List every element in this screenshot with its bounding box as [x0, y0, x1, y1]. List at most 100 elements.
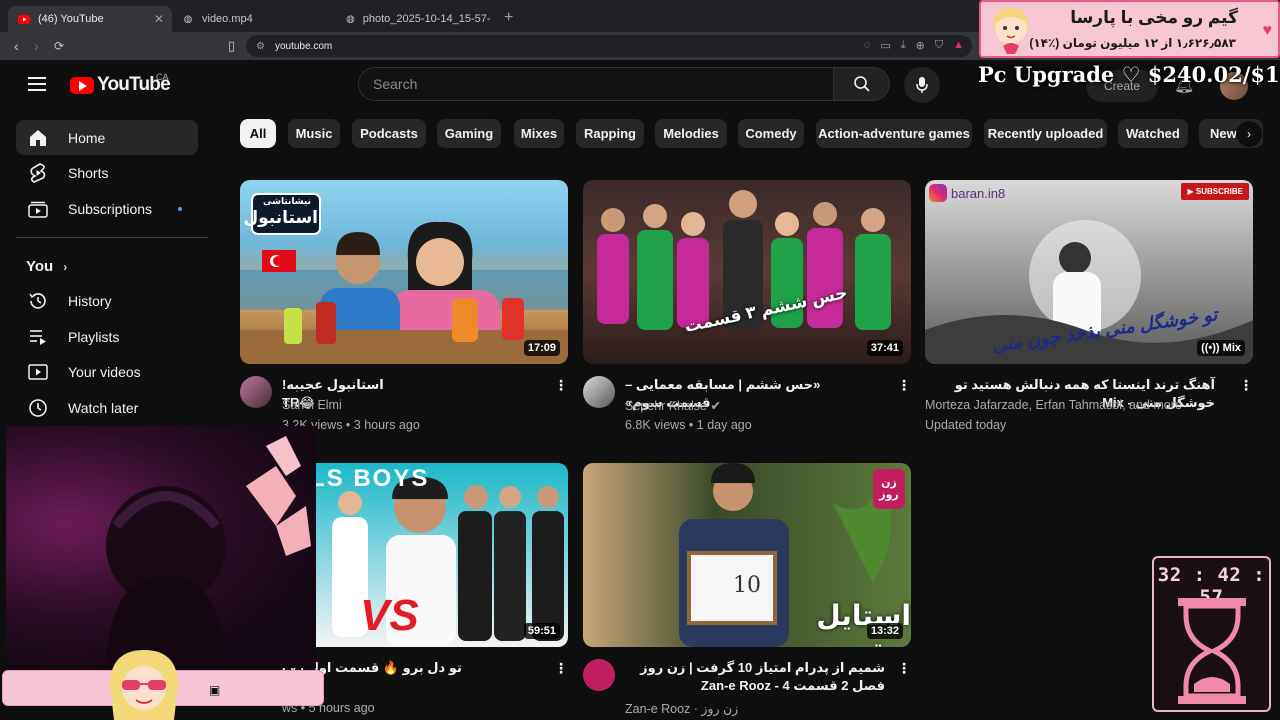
- video-duration: 17:09: [523, 340, 560, 356]
- chevron-right-icon: ›: [1247, 127, 1251, 141]
- new-content-dot: [178, 206, 182, 211]
- sidebar-item-playlists[interactable]: Playlists: [16, 319, 198, 354]
- video-card[interactable]: baran.in8 ▶ SUBSCRIBE تو خوشگل منی بذخذ …: [925, 180, 1253, 440]
- channel-avatar[interactable]: [583, 659, 615, 691]
- handle-text: baran.in8: [951, 185, 1006, 201]
- playlists-icon: [26, 328, 50, 346]
- channel-name[interactable]: Sahel Elmi: [282, 398, 342, 412]
- search-input[interactable]: Search: [358, 67, 834, 101]
- video-thumbnail[interactable]: 10 زن روز استایل برتر 13:32: [583, 463, 911, 647]
- thumbnail-art: [597, 190, 891, 330]
- video-card[interactable]: نیشانتاشی استانبول 17:09 استانبول عجیبه!…: [240, 180, 568, 440]
- chip-watched[interactable]: Watched: [1118, 119, 1188, 148]
- shield-icon[interactable]: ⛉: [935, 39, 943, 52]
- globe-icon: ◍: [183, 13, 193, 25]
- site-info-icon[interactable]: ⚙: [256, 41, 265, 52]
- donation-progress: ۱٫۶۲۶٫۵۸۳ از ۱۲ میلیون تومان (٪۱۴): [1029, 36, 1236, 50]
- chip-gaming[interactable]: Gaming: [437, 119, 501, 148]
- forward-icon[interactable]: ›: [34, 38, 39, 54]
- reload-icon[interactable]: ⟳: [54, 38, 64, 54]
- download-icon[interactable]: ⤓: [901, 39, 906, 52]
- address-bar[interactable]: ⚙ youtube.com ◌ ▭ ⤓ ⊕ ⛉ ▲: [246, 35, 972, 57]
- search-button[interactable]: [834, 67, 890, 101]
- thumbnail-title: VS: [360, 591, 419, 640]
- tab-video[interactable]: ◍ video.mp4: [172, 6, 336, 32]
- camera-icon: ▣: [209, 683, 221, 697]
- channel-name[interactable]: Zan-e Rooz · زن روز: [625, 701, 738, 716]
- game-title: گیم رو مخی با پارسا: [1070, 8, 1238, 27]
- subscriptions-icon: [26, 200, 50, 218]
- chip-comedy[interactable]: Comedy: [738, 119, 804, 148]
- video-title[interactable]: شمیم از پدرام امتیاز 10 گرفت | زن روز فص…: [625, 659, 885, 695]
- brave-rewards-icon[interactable]: ▲: [953, 39, 964, 52]
- sidebar-item-label: Shorts: [68, 164, 109, 181]
- sidebar-item-home[interactable]: Home: [16, 120, 198, 155]
- eye-off-icon[interactable]: ◌: [864, 39, 871, 52]
- video-stats: 6.8K views • 1 day ago: [625, 418, 752, 432]
- more-options-icon[interactable]: ⋮: [897, 378, 911, 392]
- search-icon: [853, 76, 870, 92]
- watch-later-icon: [26, 398, 50, 418]
- globe-icon: ◍: [346, 13, 355, 25]
- chip-action-adventure-games[interactable]: Action-adventure games: [816, 119, 972, 148]
- subscribe-badge: ▶ SUBSCRIBE: [1181, 183, 1249, 200]
- more-options-icon[interactable]: ⋮: [897, 661, 911, 675]
- subscribe-play-icon: ▶: [1187, 187, 1194, 196]
- sidebar-item-history[interactable]: History: [16, 283, 198, 318]
- sidebar-item-shorts[interactable]: Shorts: [16, 155, 198, 190]
- filter-chip-bar: All Music Podcasts Gaming Mixes Rapping …: [240, 119, 1270, 149]
- tab-youtube[interactable]: (46) YouTube ✕: [8, 6, 172, 32]
- tab-photo[interactable]: ◍ photo_2025-10-14_15-57-27.jpg (96…: [336, 6, 500, 32]
- channel-name[interactable]: Sepehr Khalse ✔︎: [625, 398, 721, 413]
- channel-avatar[interactable]: [583, 376, 615, 408]
- back-icon[interactable]: ‹: [14, 38, 19, 54]
- voice-search-button[interactable]: [904, 67, 940, 103]
- video-thumbnail[interactable]: نیشانتاشی استانبول 17:09: [240, 180, 568, 364]
- board-number: 10: [733, 573, 761, 598]
- video-thumbnail[interactable]: حس ششم ۳ قسمت 37:41: [583, 180, 911, 364]
- mix-label: Mix: [1222, 342, 1241, 354]
- sidebar-item-watch-later[interactable]: Watch later: [16, 390, 198, 425]
- youtube-play-icon: [70, 76, 94, 94]
- chip-scroll-next-button[interactable]: ›: [1236, 121, 1262, 147]
- channel-avatar[interactable]: [240, 376, 272, 408]
- instagram-handle: baran.in8: [929, 184, 1005, 202]
- video-duration: ((•)) Mix: [1197, 340, 1245, 356]
- chip-all[interactable]: All: [240, 119, 276, 148]
- thumbnail-title: استانبول: [243, 208, 318, 227]
- more-options-icon[interactable]: ⋮: [1239, 378, 1253, 392]
- new-tab-button[interactable]: +: [504, 9, 513, 27]
- bookmark-icon[interactable]: ▯: [228, 38, 235, 54]
- thumbnail-badge: نیشانتاشی: [263, 196, 311, 206]
- chip-podcasts[interactable]: Podcasts: [352, 119, 426, 148]
- chip-music[interactable]: Music: [288, 119, 340, 148]
- sidebar-item-label: Playlists: [68, 328, 120, 345]
- sidebar-item-subscriptions[interactable]: Subscriptions: [16, 191, 198, 226]
- chip-melodies[interactable]: Melodies: [655, 119, 727, 148]
- more-options-icon[interactable]: ⋮: [554, 378, 568, 392]
- video-card[interactable]: حس ششم ۳ قسمت 37:41 «حس ششم | مسابقه معم…: [583, 180, 911, 440]
- youtube-logo[interactable]: YouTube: [70, 74, 171, 96]
- video-duration: 59:51: [523, 623, 560, 639]
- chip-rapping[interactable]: Rapping: [576, 119, 644, 148]
- channel-name[interactable]: Morteza Jafarzade, Erfan Tahmasbi, and m…: [925, 398, 1182, 412]
- search-placeholder: Search: [373, 76, 418, 92]
- donation-goal-overlay: گیم رو مخی با پارسا ۱٫۶۲۶٫۵۸۳ از ۱۲ میلی…: [979, 0, 1280, 58]
- verified-icon: ✔︎: [710, 399, 721, 413]
- more-options-icon[interactable]: ⋮: [554, 661, 568, 675]
- tab-close-icon[interactable]: ✕: [154, 12, 164, 26]
- sidebar-item-your-videos[interactable]: Your videos: [16, 354, 198, 389]
- chip-mixes[interactable]: Mixes: [514, 119, 564, 148]
- zoom-icon[interactable]: ⊕: [916, 39, 925, 52]
- cast-icon[interactable]: ▭: [880, 39, 890, 52]
- sidebar: Home Shorts Subscriptions You › History …: [0, 110, 220, 430]
- sidebar-you-heading[interactable]: You ›: [26, 258, 67, 275]
- upgrade-goal-text: Pc Upgrade ♡ $240.02/$1,000: [978, 62, 1280, 87]
- channel-name-text: Sepehr Khalse: [625, 399, 708, 413]
- video-card[interactable]: 10 زن روز استایل برتر 13:32 شمیم از پدرا…: [583, 463, 911, 720]
- chip-recently-uploaded[interactable]: Recently uploaded: [984, 119, 1107, 148]
- sidebar-item-label: History: [68, 292, 112, 309]
- menu-icon[interactable]: [28, 77, 46, 91]
- video-thumbnail[interactable]: baran.in8 ▶ SUBSCRIBE تو خوشگل منی بذخذ …: [925, 180, 1253, 364]
- history-icon: [26, 291, 50, 311]
